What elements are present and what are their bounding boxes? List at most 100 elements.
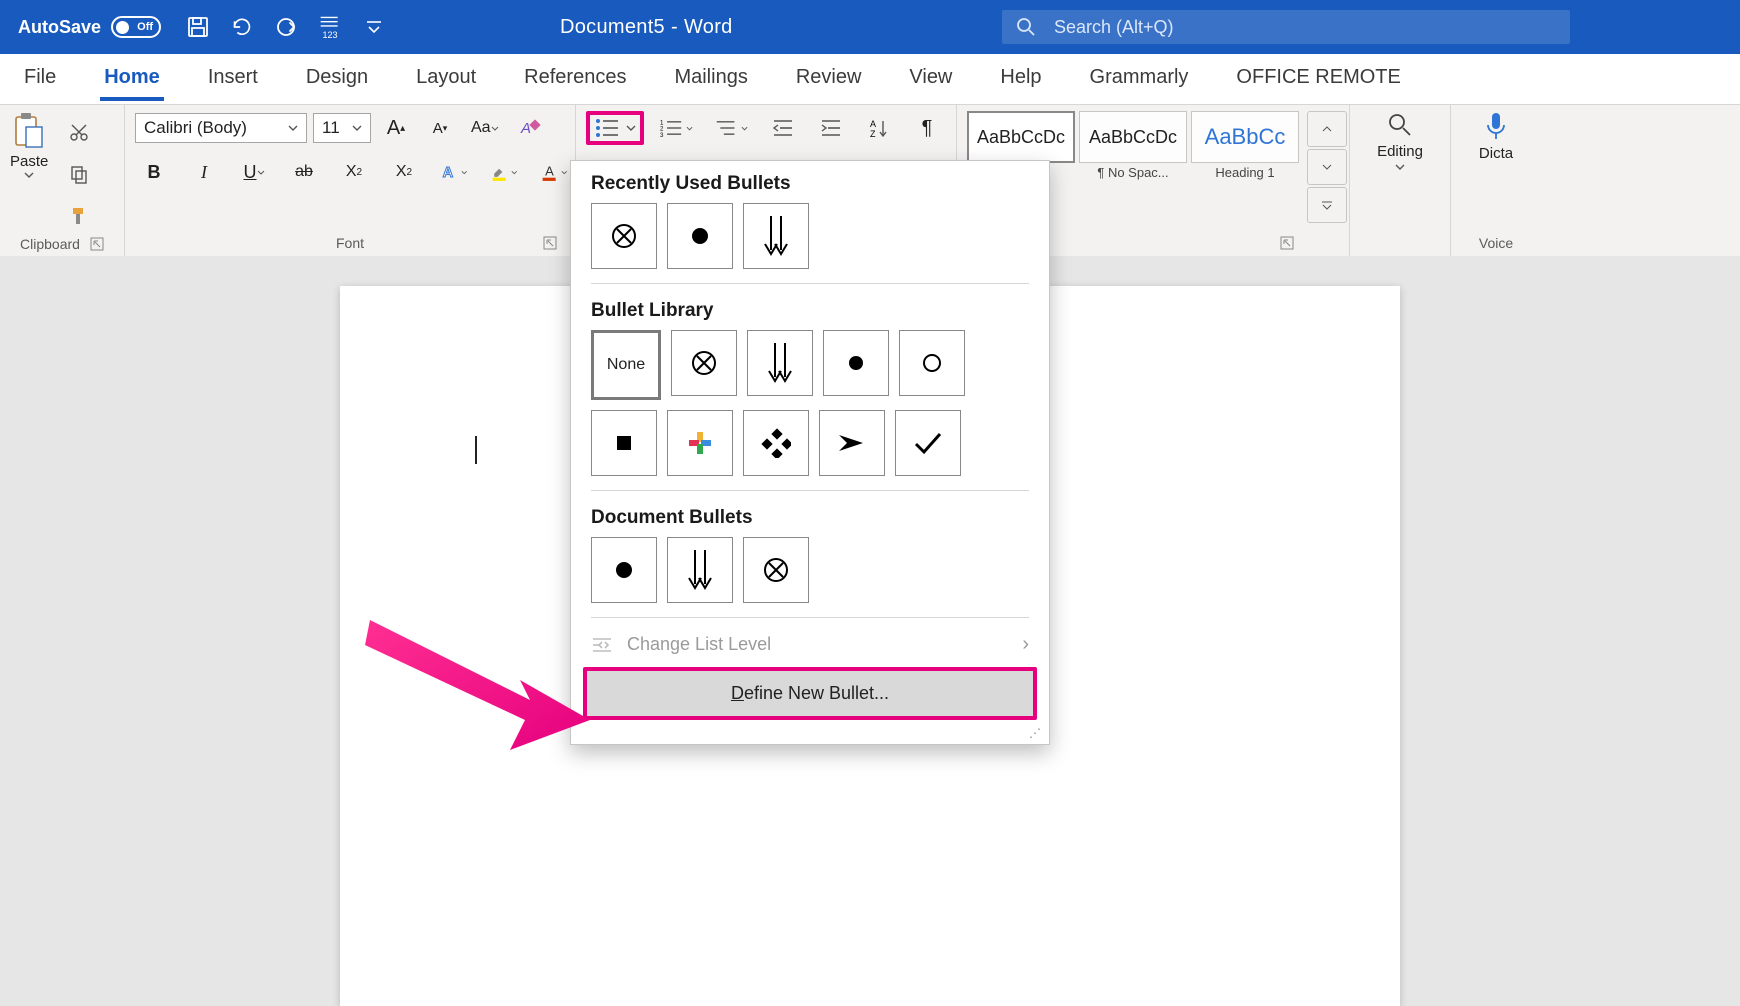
tab-mailings[interactable]: Mailings [670,58,751,101]
line-number-icon[interactable]: 123 [317,14,343,40]
autosave-toggle[interactable]: AutoSave Off [18,16,161,38]
paste-button[interactable]: Paste [10,111,48,178]
tab-references[interactable]: References [520,58,630,101]
highlight-button[interactable] [485,155,523,189]
format-painter-button[interactable] [60,199,98,233]
chevron-down-icon [1395,164,1405,170]
strikethrough-button[interactable]: ab [285,155,323,189]
dialog-launcher-icon[interactable] [543,236,557,250]
bullet-circled-x[interactable] [743,537,809,603]
paste-label: Paste [10,153,48,170]
text-effects-icon: A [441,160,461,184]
dialog-launcher-icon[interactable] [1280,236,1294,250]
clipboard-group-label: Clipboard [20,236,80,252]
find-icon [1386,111,1414,139]
increase-indent-button[interactable] [812,111,850,145]
resize-grip-icon[interactable]: ⋰ [571,726,1049,742]
tab-file[interactable]: File [20,58,60,101]
styles-scroll-down[interactable] [1307,149,1347,185]
style-nospacing[interactable]: AaBbCcDc ¶ No Spac... [1079,111,1187,180]
undo-icon[interactable] [229,14,255,40]
define-new-bullet-menuitem[interactable]: Define New Bullet... [587,671,1033,716]
bullet-four-diamond[interactable] [743,410,809,476]
editing-button[interactable]: Editing [1360,111,1440,170]
style-heading1[interactable]: AaBbCc Heading 1 [1191,111,1299,180]
clear-format-icon: A [519,117,541,139]
font-size-combo[interactable]: 11 [313,113,371,143]
sort-button[interactable]: AZ [860,111,898,145]
bullet-double-arrow-down[interactable] [747,330,813,396]
bullet-double-arrow-down[interactable] [667,537,733,603]
font-color-button[interactable]: A [535,155,573,189]
shrink-font-button[interactable]: A▾ [421,111,459,145]
decrease-indent-button[interactable] [764,111,802,145]
bullet-none-label: None [607,356,645,374]
title-bar: AutoSave Off 123 Document5 - Word Search… [0,0,1740,54]
bullet-four-color[interactable] [667,410,733,476]
search-icon [1016,17,1036,37]
bullet-none[interactable]: None [591,330,661,400]
customize-qat-icon[interactable] [361,14,387,40]
change-case-button[interactable]: Aa [465,111,505,145]
bullet-disc[interactable] [823,330,889,396]
italic-button[interactable]: I [185,155,223,189]
bullet-arrowhead[interactable] [819,410,885,476]
voice-group-label: Voice [1479,235,1513,251]
bullets-button[interactable] [586,111,644,145]
copy-button[interactable] [60,157,98,191]
underline-button[interactable]: U [235,155,273,189]
tab-layout[interactable]: Layout [412,58,480,101]
bold-button[interactable]: B [135,155,173,189]
show-marks-button[interactable]: ¶ [908,111,946,145]
text-effects-button[interactable]: A [435,155,473,189]
scissors-icon [69,122,89,142]
redo-icon[interactable] [273,14,299,40]
bullet-disc[interactable] [591,537,657,603]
styles-scroll-up[interactable] [1307,111,1347,147]
multilevel-list-button[interactable] [709,111,754,145]
dictate-button[interactable]: Dicta [1461,111,1531,162]
search-box[interactable]: Search (Alt+Q) [1002,10,1570,44]
bullet-square[interactable] [591,410,657,476]
bullet-circled-x[interactable] [671,330,737,396]
chevron-down-icon [626,125,636,131]
tab-grammarly[interactable]: Grammarly [1086,58,1193,101]
clear-formatting-button[interactable]: A [511,111,549,145]
numbering-button[interactable]: 123 [654,111,699,145]
font-color-icon: A [541,160,561,184]
style-sample: AaBbCcDc [1089,127,1177,148]
bullets-icon [594,117,622,139]
subscript-button[interactable]: X2 [335,155,373,189]
cut-button[interactable] [60,115,98,149]
paste-icon [12,111,46,151]
microphone-icon [1484,111,1508,141]
grow-font-button[interactable]: A▴ [377,111,415,145]
tab-review[interactable]: Review [792,58,866,101]
highlighter-icon [491,160,511,184]
multilevel-icon [715,117,738,139]
dialog-launcher-icon[interactable] [90,237,104,251]
style-sample: AaBbCc [1205,124,1286,150]
numbering-icon: 123 [660,117,683,139]
bullet-circle[interactable] [899,330,965,396]
save-icon[interactable] [185,14,211,40]
style-sample: AaBbCcDc [977,127,1065,148]
bullet-circled-x[interactable] [591,203,657,269]
app-name: Word [684,16,733,39]
tab-help[interactable]: Help [996,58,1045,101]
superscript-button[interactable]: X2 [385,155,423,189]
tab-view[interactable]: View [905,58,956,101]
styles-expand[interactable] [1307,187,1347,223]
style-caption-heading1: Heading 1 [1215,165,1274,180]
bullet-checkmark[interactable] [895,410,961,476]
svg-text:3: 3 [660,132,664,139]
tab-design[interactable]: Design [302,58,372,101]
tab-insert[interactable]: Insert [204,58,262,101]
editing-label: Editing [1377,143,1423,160]
bullet-double-arrow-down[interactable] [743,203,809,269]
font-name-combo[interactable]: Calibri (Body) [135,113,307,143]
tab-office-remote[interactable]: OFFICE REMOTE [1232,58,1404,101]
group-font: Calibri (Body) 11 A▴ A▾ Aa A B I U ab X2… [125,105,576,257]
tab-home[interactable]: Home [100,58,164,101]
bullet-disc[interactable] [667,203,733,269]
